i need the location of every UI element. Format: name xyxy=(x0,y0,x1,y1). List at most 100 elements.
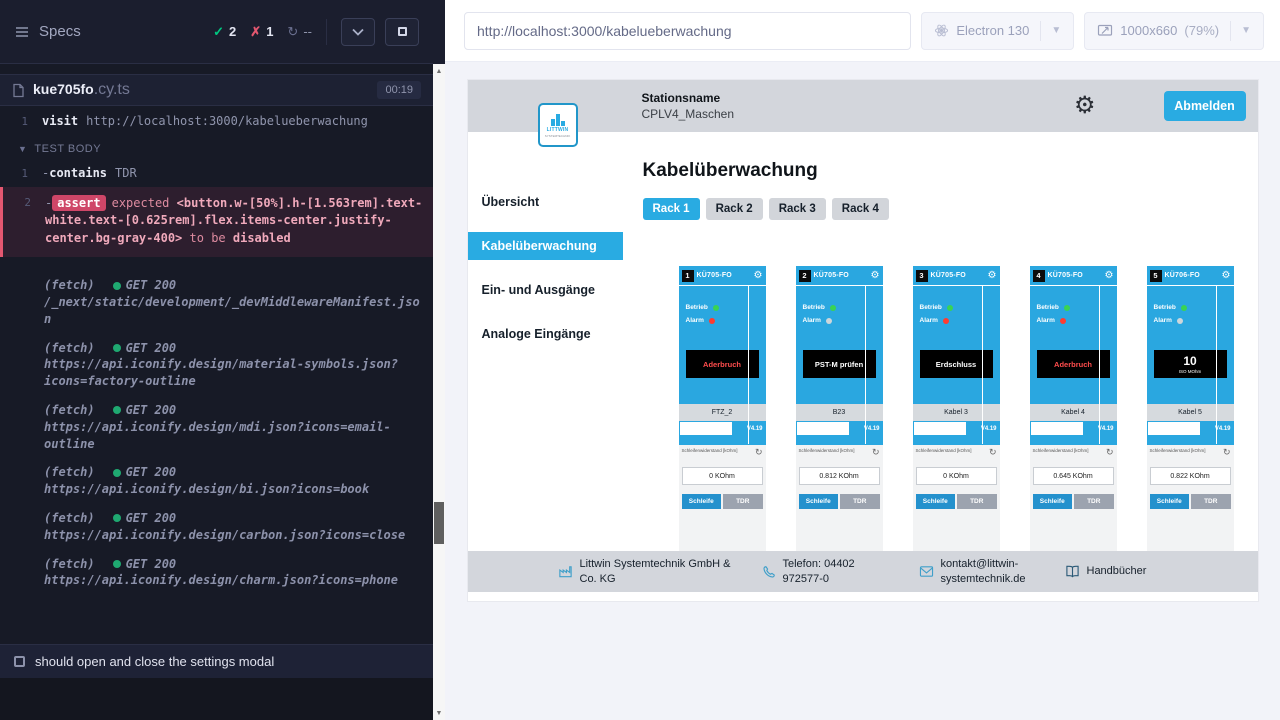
refresh-icon[interactable]: ↻ xyxy=(1106,448,1114,457)
fetch-url: https://api.iconify.design/material-symb… xyxy=(44,356,425,390)
cable-input[interactable] xyxy=(914,422,966,435)
schleife-button[interactable]: Schleife xyxy=(916,494,956,509)
panel-scrollbar: ▲ ▼ xyxy=(433,0,445,720)
fetch-log-entry[interactable]: (fetch) GET 200 https://api.iconify.desi… xyxy=(0,340,433,390)
alarm-indicator: Alarm xyxy=(796,317,883,324)
fetch-log-entry[interactable]: (fetch) GET 200 https://api.iconify.desi… xyxy=(0,510,433,544)
fetch-log-entry[interactable]: (fetch) GET 200 https://api.iconify.desi… xyxy=(0,556,433,590)
factory-icon xyxy=(558,564,573,579)
device-gear-icon[interactable]: ⚙ xyxy=(1222,271,1231,281)
contains-command[interactable]: 1 -containsTDR xyxy=(0,163,433,183)
schleife-button[interactable]: Schleife xyxy=(1033,494,1073,509)
status-text: 10 xyxy=(1183,354,1196,368)
scrollbar-track[interactable] xyxy=(433,78,445,706)
cable-input[interactable] xyxy=(1148,422,1200,435)
fetch-status: GET 200 xyxy=(113,464,177,481)
rack-tab[interactable]: Rack 2 xyxy=(706,198,763,220)
device-gear-icon[interactable]: ⚙ xyxy=(754,271,763,281)
card-divider xyxy=(1099,286,1100,444)
specs-menu-button[interactable]: Specs xyxy=(14,23,81,40)
test-runner-panel: Specs ✓2 ✗1 ↻-- kue705fo.cy.ts 00:19 1 v… xyxy=(0,0,433,720)
alarm-led xyxy=(1060,318,1066,324)
spec-header[interactable]: kue705fo.cy.ts 00:19 xyxy=(0,74,433,106)
cable-input[interactable] xyxy=(680,422,732,435)
measurement-label: Schleifenwiderstand [kOhm] xyxy=(682,448,738,454)
viewport-select[interactable]: 1000x660 (79%) ▼ xyxy=(1084,12,1264,50)
tdr-button[interactable]: TDR xyxy=(840,494,880,509)
firmware-version: V4.19 xyxy=(747,426,766,432)
betrieb-indicator: Betrieb xyxy=(796,304,883,311)
device-model: KÜ706-FO xyxy=(1165,272,1200,279)
measurement-label: Schleifenwiderstand [kOhm] xyxy=(1150,448,1206,454)
schleife-button[interactable]: Schleife xyxy=(799,494,839,509)
measurement-label: Schleifenwiderstand [kOhm] xyxy=(799,448,855,454)
scroll-up-arrow[interactable]: ▲ xyxy=(433,64,445,78)
firmware-version: V4.19 xyxy=(1215,426,1234,432)
device-card: 4 KÜ705-FO ⚙ Betrieb xyxy=(1030,266,1117,551)
cable-name-field[interactable]: FTZ_2 xyxy=(679,404,766,421)
fetch-label: (fetch) xyxy=(44,556,95,573)
fetch-log-entry[interactable]: (fetch) GET 200 https://api.iconify.desi… xyxy=(0,402,433,452)
sidebar-item[interactable]: Übersicht xyxy=(468,188,623,216)
sidebar-item[interactable]: Kabelüberwachung xyxy=(468,232,623,260)
scrollbar-thumb[interactable] xyxy=(434,502,444,544)
rack-tab[interactable]: Rack 3 xyxy=(769,198,826,220)
failed-assert-command[interactable]: 2 -assertexpected <button.w-[50%].h-[1.5… xyxy=(0,187,433,257)
chevron-down-icon: ▼ xyxy=(1241,25,1251,36)
alarm-led xyxy=(826,318,832,324)
browser-select[interactable]: Electron 130 ▼ xyxy=(921,12,1074,50)
schleife-button[interactable]: Schleife xyxy=(1150,494,1190,509)
status-dot-icon xyxy=(113,560,121,568)
tdr-button[interactable]: TDR xyxy=(1074,494,1114,509)
url-input[interactable] xyxy=(464,12,911,50)
spec-file-icon xyxy=(12,83,25,98)
check-icon: ✓ xyxy=(213,24,224,40)
fetch-log-entry[interactable]: (fetch) GET 200 https://api.iconify.desi… xyxy=(0,464,433,498)
status-dot-icon xyxy=(113,514,121,522)
fetch-url: https://api.iconify.design/carbon.json?i… xyxy=(44,527,425,544)
settings-gear-icon[interactable]: ⚙ xyxy=(1074,94,1096,118)
aut-frame: LITTWIN SYSTEMTECHNIK Stationsname CPLV4… xyxy=(468,80,1258,601)
cable-name-field[interactable]: Kabel 3 xyxy=(913,404,1000,421)
test-body-section[interactable]: ▼ TEST BODY xyxy=(0,131,433,163)
refresh-icon[interactable]: ↻ xyxy=(872,448,880,457)
rack-tab[interactable]: Rack 4 xyxy=(832,198,889,220)
cable-name-field[interactable]: B23 xyxy=(796,404,883,421)
tdr-button[interactable]: TDR xyxy=(723,494,763,509)
alarm-indicator: Alarm xyxy=(1030,317,1117,324)
tdr-button[interactable]: TDR xyxy=(1191,494,1231,509)
station-value: CPLV4_Maschen xyxy=(642,106,735,122)
cable-input[interactable] xyxy=(1031,422,1083,435)
cable-name-field[interactable]: Kabel 4 xyxy=(1030,404,1117,421)
device-gear-icon[interactable]: ⚙ xyxy=(871,271,880,281)
tdr-button[interactable]: TDR xyxy=(957,494,997,509)
line-number: 1 xyxy=(0,115,42,128)
sidebar-item[interactable]: Ein- und Ausgänge xyxy=(468,276,623,304)
rack-tab[interactable]: Rack 1 xyxy=(643,198,700,220)
fetch-status: GET 200 xyxy=(113,556,177,573)
device-gear-icon[interactable]: ⚙ xyxy=(1105,271,1114,281)
scroll-down-arrow[interactable]: ▼ xyxy=(433,706,445,720)
refresh-icon[interactable]: ↻ xyxy=(1223,448,1231,457)
cable-input[interactable] xyxy=(797,422,849,435)
device-card-header: 5 KÜ706-FO ⚙ xyxy=(1147,266,1234,286)
chevron-down-icon: ▼ xyxy=(18,144,27,154)
next-test-row[interactable]: should open and close the settings modal xyxy=(0,644,433,678)
footer-manuals[interactable]: Handbücher xyxy=(1065,564,1147,578)
refresh-icon: ↻ xyxy=(287,24,298,40)
collapse-button[interactable] xyxy=(341,18,375,46)
device-card-header: 1 KÜ705-FO ⚙ xyxy=(679,266,766,286)
device-model: KÜ705-FO xyxy=(931,272,966,279)
logout-button[interactable]: Abmelden xyxy=(1164,91,1246,121)
refresh-icon[interactable]: ↻ xyxy=(989,448,997,457)
refresh-icon[interactable]: ↻ xyxy=(755,448,763,457)
cable-name-field[interactable]: Kabel 5 xyxy=(1147,404,1234,421)
schleife-button[interactable]: Schleife xyxy=(682,494,722,509)
sidebar-item[interactable]: Analoge Eingänge xyxy=(468,320,623,348)
stop-run-button[interactable] xyxy=(385,18,419,46)
device-gear-icon[interactable]: ⚙ xyxy=(988,271,997,281)
electron-icon xyxy=(934,23,949,38)
alarm-led xyxy=(943,318,949,324)
visit-command[interactable]: 1 visithttp://localhost:3000/kabelueberw… xyxy=(0,111,433,131)
fetch-log-entry[interactable]: (fetch) GET 200 /_next/static/developmen… xyxy=(0,277,433,327)
